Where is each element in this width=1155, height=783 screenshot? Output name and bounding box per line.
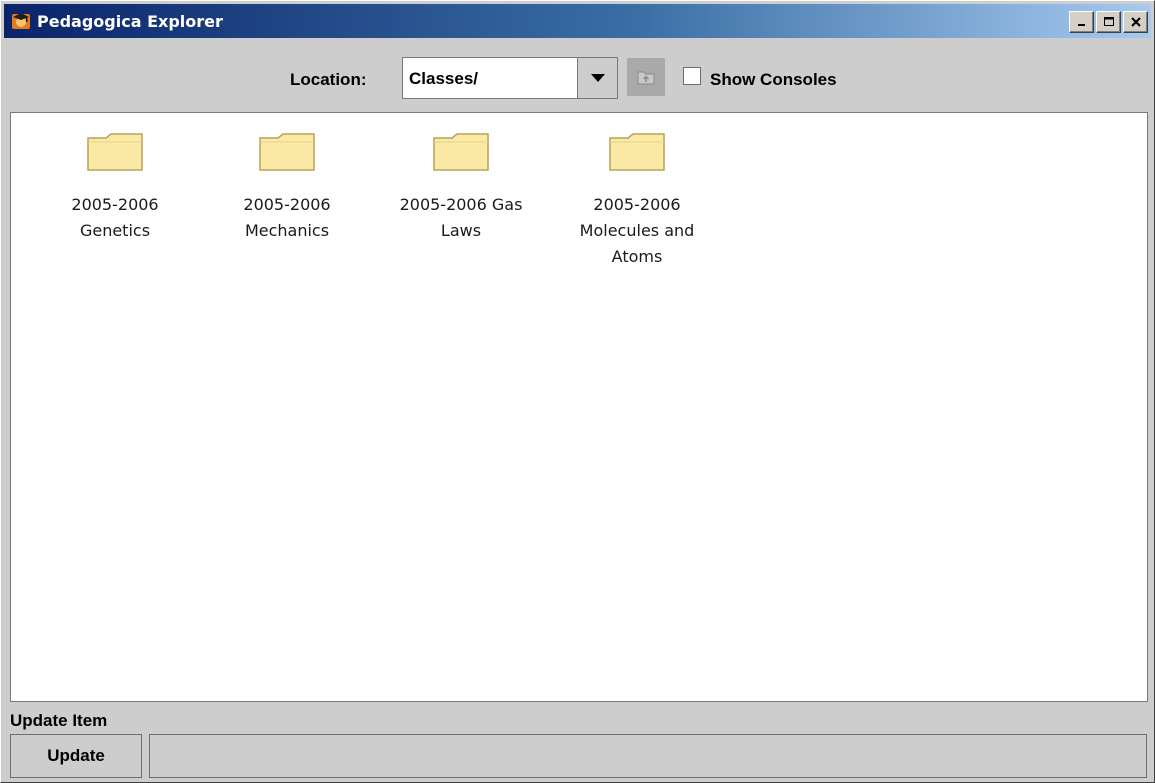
up-folder-icon: [637, 71, 655, 85]
update-item-label: Update Item: [10, 711, 108, 730]
show-consoles-checkbox[interactable]: [683, 67, 701, 85]
folder-label: 2005-2006 Genetics: [71, 195, 159, 240]
folder-label: 2005-2006 Mechanics: [243, 195, 331, 240]
close-button[interactable]: [1123, 11, 1148, 33]
location-toolbar: Location: Classes/ Show Consoles: [4, 38, 1151, 108]
folder-item[interactable]: 2005-2006 Molecules and Atoms: [557, 130, 717, 270]
minimize-icon: [1077, 24, 1085, 26]
folder-item[interactable]: 2005-2006 Mechanics: [207, 130, 367, 244]
update-button[interactable]: Update: [10, 734, 142, 778]
title-bar[interactable]: Pedagogica Explorer: [4, 4, 1151, 38]
location-label: Location:: [290, 70, 367, 89]
close-icon: [1130, 17, 1141, 27]
window-controls: [1069, 11, 1148, 33]
pedagogica-app-icon: [11, 11, 31, 31]
location-dropdown-button[interactable]: [577, 58, 617, 98]
folder-icon: [87, 133, 143, 171]
folder-item[interactable]: 2005-2006 Genetics: [35, 130, 195, 244]
folder-item[interactable]: 2005-2006 Gas Laws: [381, 130, 541, 244]
status-field: [149, 734, 1147, 778]
minimize-button[interactable]: [1069, 11, 1094, 33]
folder-view[interactable]: 2005-2006 Genetics 2005-2006 Mechanics 2…: [10, 112, 1148, 702]
folder-icon: [259, 133, 315, 171]
folder-label: 2005-2006 Gas Laws: [399, 195, 523, 240]
folder-label: 2005-2006 Molecules and Atoms: [579, 195, 695, 266]
folder-icon: [609, 133, 665, 171]
chevron-down-icon: [590, 74, 605, 82]
maximize-button[interactable]: [1096, 11, 1121, 33]
window-title: Pedagogica Explorer: [37, 11, 223, 31]
show-consoles-label[interactable]: Show Consoles: [710, 70, 837, 90]
location-combo[interactable]: Classes/: [402, 57, 618, 99]
location-value[interactable]: Classes/: [409, 69, 478, 89]
up-folder-button[interactable]: [627, 58, 665, 96]
folder-icon: [433, 133, 489, 171]
maximize-icon: [1103, 17, 1114, 26]
explorer-window: Pedagogica Explorer Location: Classes/ S…: [0, 0, 1155, 783]
